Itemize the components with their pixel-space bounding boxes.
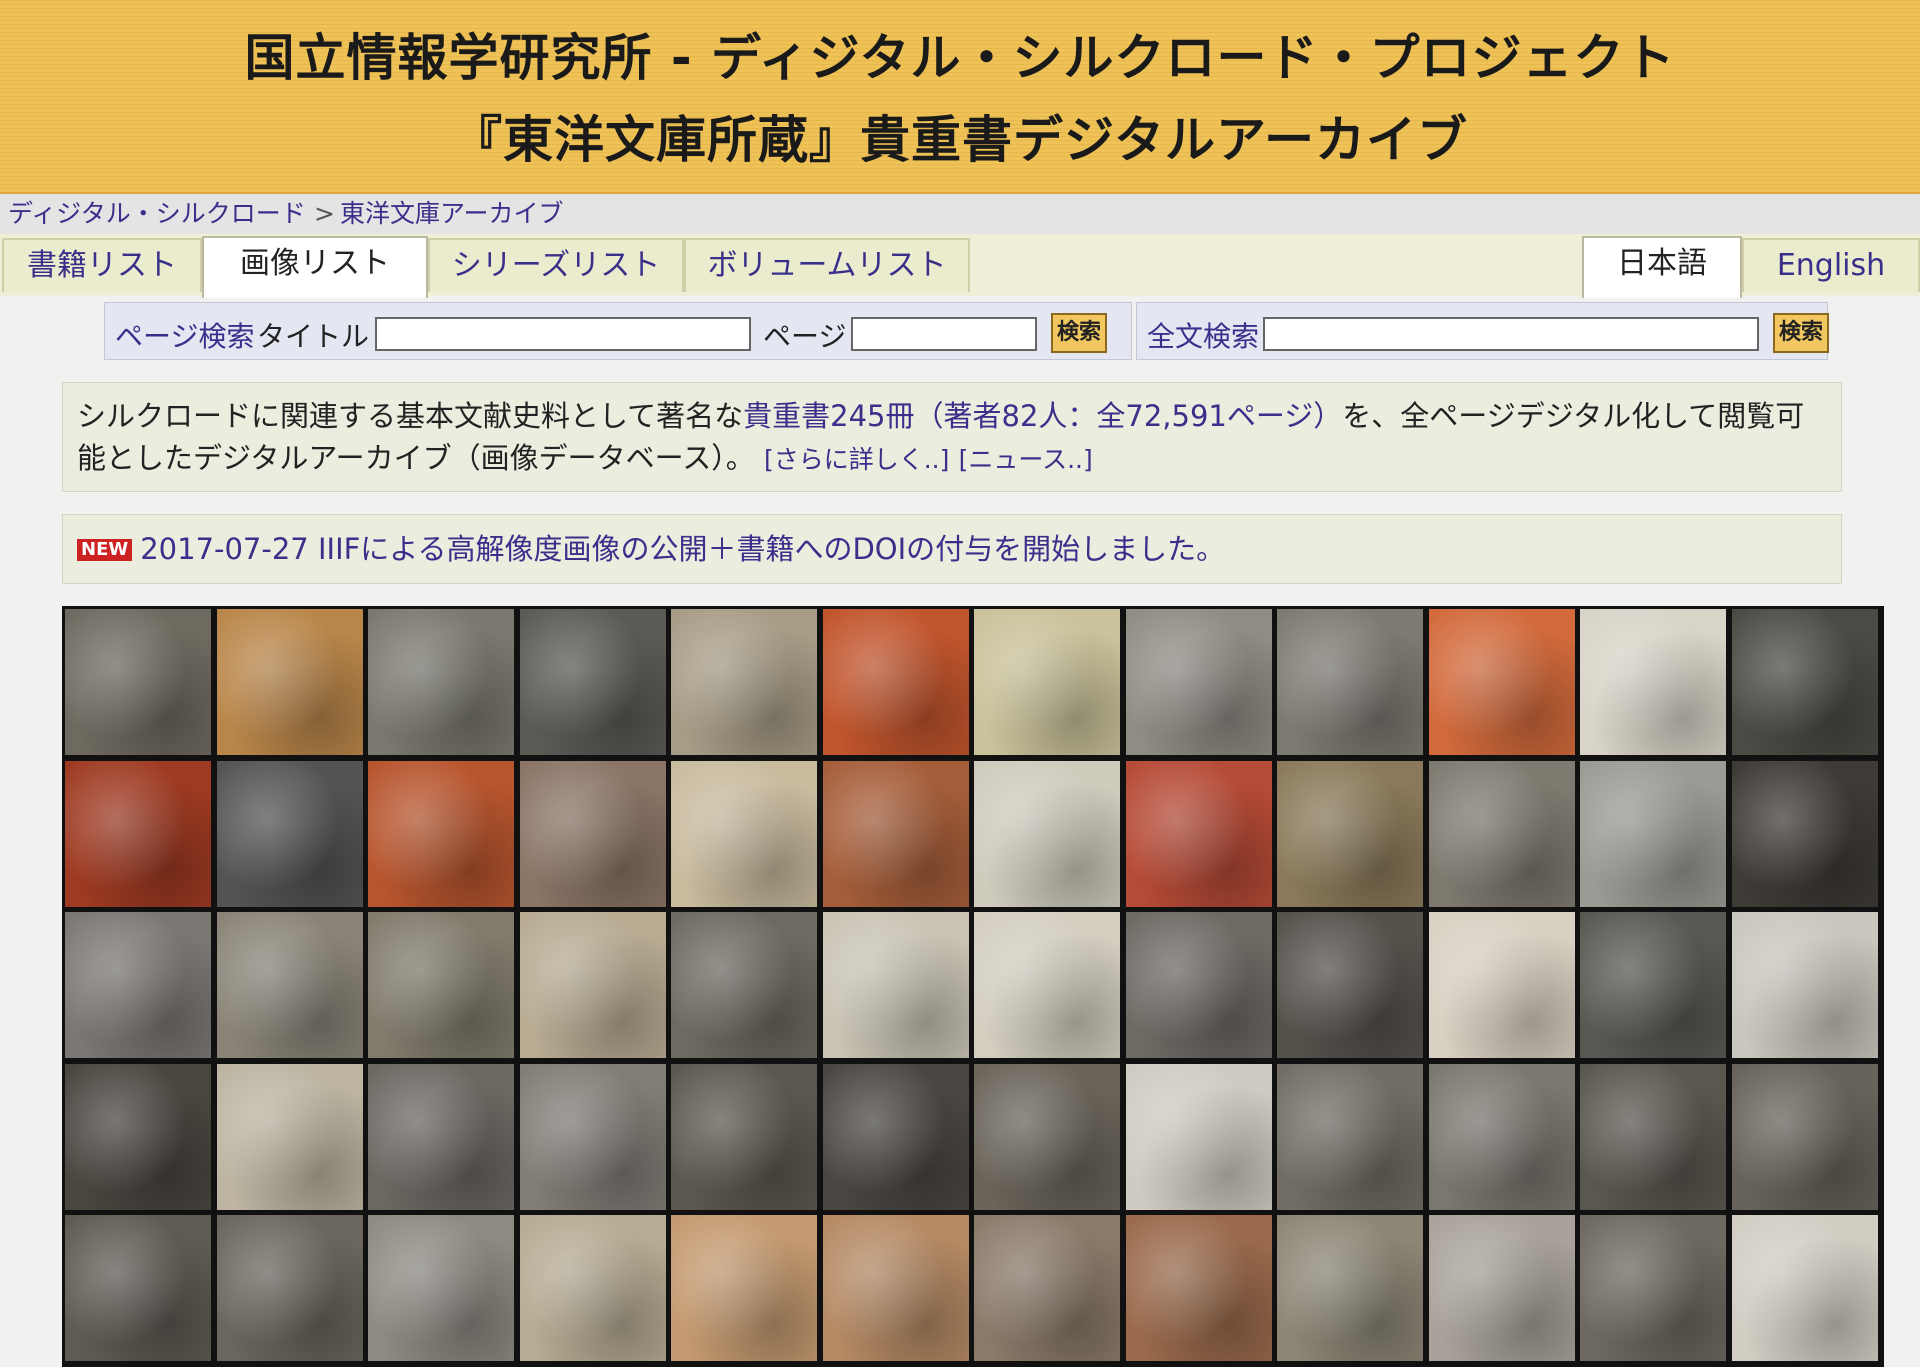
archive-description: シルクロードに関連する基本文献史料として著名な貴重書245冊（著者82人：全72… — [62, 382, 1842, 492]
thumbnail-painted-lady-red[interactable] — [1428, 609, 1575, 755]
thumbnail-site-plan[interactable] — [974, 760, 1120, 907]
thumbnail-standing-figure-doorway[interactable] — [519, 609, 666, 755]
thumbnail-corridor-ruins[interactable] — [216, 1215, 363, 1361]
thumbnail-courtyard-photo[interactable] — [368, 609, 514, 755]
thumbnail-ruined-tower[interactable] — [671, 609, 817, 755]
thumbnail-row-of-figures[interactable] — [1580, 1063, 1726, 1210]
thumbnail-carved-stone-rubbing[interactable] — [368, 1063, 514, 1210]
thumbnail-bodhisattva-statue[interactable] — [671, 1215, 817, 1361]
new-badge: NEW — [77, 539, 133, 561]
thumbnail-yurt-landscape[interactable] — [1428, 760, 1575, 907]
thumbnail-seated-buddha-sepia[interactable] — [1125, 1215, 1272, 1361]
thumbnail-potala-palace[interactable] — [216, 912, 363, 1058]
thumbnail-manuscript-fragment[interactable] — [519, 912, 666, 1058]
thumbnail-sand-dunes[interactable] — [1580, 760, 1726, 907]
thumbnail-expedition-group-photo[interactable] — [65, 609, 211, 755]
thumbnail-cave-interior[interactable] — [65, 1215, 211, 1361]
fulltext-search-button[interactable]: 検索 — [1773, 313, 1829, 353]
description-text-before: シルクロードに関連する基本文献史料として著名な — [77, 399, 744, 433]
tab-series-list[interactable]: シリーズリスト — [428, 238, 684, 292]
thumbnail-pottery-shards[interactable] — [671, 760, 817, 907]
thumbnail-market-street[interactable] — [671, 912, 817, 1058]
page-search-button[interactable]: 検索 — [1051, 313, 1107, 353]
thumbnail-painted-banners[interactable] — [822, 760, 969, 907]
thumbnail-faint-sketch-map[interactable] — [1428, 912, 1575, 1058]
thumbnail-large-buddha-niche[interactable] — [1580, 1215, 1726, 1361]
title-search-input[interactable] — [375, 317, 751, 351]
authors-link[interactable]: （著者82人：全72,591ページ） — [915, 399, 1343, 433]
tab-book-list[interactable]: 書籍リスト — [2, 238, 202, 292]
page-number-input[interactable] — [851, 317, 1037, 351]
thumbnail-buddha-head-carving[interactable] — [671, 1063, 817, 1210]
language-japanese[interactable]: 日本語 — [1582, 236, 1742, 298]
thumbnail-hill-fortress[interactable] — [368, 912, 514, 1058]
page-search-panel: ページ検索 タイトル ページ 検索 — [104, 302, 1132, 360]
tab-bar: 書籍リスト 画像リスト シリーズリスト ボリュームリスト 日本語 English — [0, 234, 1920, 298]
site-title: 国立情報学研究所 - ディジタル・シルクロード・プロジェクト — [244, 29, 1676, 87]
thumbnail-striped-scroll[interactable] — [216, 1063, 363, 1210]
fulltext-search-input[interactable] — [1263, 317, 1759, 351]
thumbnail-red-textile[interactable] — [65, 760, 211, 907]
breadcrumb-separator: > — [314, 199, 335, 228]
thumbnail-tang-figurine-horse[interactable] — [368, 760, 514, 907]
thumbnail-seated-buddha-relief[interactable] — [1731, 609, 1878, 755]
thumbnail-mural-deities-red[interactable] — [1125, 760, 1272, 907]
thumbnail-cave-cliff-facade[interactable] — [1277, 609, 1423, 755]
thumbnail-calligraphy-scroll[interactable] — [519, 1215, 666, 1361]
thumbnail-buddha-statue-cave[interactable] — [65, 1063, 211, 1210]
thumbnail-mural-portrait-red[interactable] — [822, 609, 969, 755]
thumbnail-buddha-head-stone[interactable] — [1428, 1215, 1575, 1361]
thumbnail-buddha-niche[interactable] — [1731, 1063, 1878, 1210]
thumbnail-inscribed-tablet[interactable] — [1125, 912, 1272, 1058]
thumbnail-gandhara-buddha[interactable] — [822, 1215, 969, 1361]
site-subtitle: 『東洋文庫所蔵』貴重書デジタルアーカイブ — [452, 111, 1468, 169]
thumbnail-temple-elevation-drawing[interactable] — [1731, 1215, 1878, 1361]
fulltext-search-label: 全文検索 — [1147, 320, 1260, 353]
page-search-label: ページ検索 — [115, 320, 255, 353]
site-header: 国立情報学研究所 - ディジタル・シルクロード・プロジェクト 『東洋文庫所蔵』貴… — [0, 0, 1920, 194]
thumbnail-framed-panel[interactable] — [822, 1063, 969, 1210]
tab-image-list[interactable]: 画像リスト — [202, 236, 428, 298]
image-thumbnail-grid — [62, 606, 1884, 1367]
thumbnail-metal-ewers[interactable] — [822, 912, 969, 1058]
news-list-link[interactable]: [ニュース..] — [959, 445, 1093, 474]
thumbnail-seated-lama[interactable] — [1731, 760, 1878, 907]
thumbnail-route-map[interactable] — [1580, 609, 1726, 755]
rare-books-link[interactable]: 貴重書245冊 — [743, 399, 914, 433]
thumbnail-old-map-coloured[interactable] — [974, 609, 1120, 755]
thumbnail-botanical-drawing[interactable] — [974, 912, 1120, 1058]
thumbnail-valley-ruins[interactable] — [368, 1215, 514, 1361]
thumbnail-official-portrait[interactable] — [974, 1063, 1120, 1210]
breadcrumb-current-link[interactable]: 東洋文庫アーカイブ — [340, 194, 564, 234]
news-item-link[interactable]: 2017-07-27 IIIFによる高解像度画像の公開＋書籍へのDOIの付与を開… — [140, 532, 1225, 566]
thumbnail-dense-script-page[interactable] — [1580, 912, 1726, 1058]
thumbnail-cave-mural-sketch[interactable] — [1428, 1063, 1575, 1210]
thumbnail-handwritten-letter[interactable] — [1125, 1063, 1272, 1210]
thumbnail-stone-rubbing[interactable] — [1277, 912, 1423, 1058]
thumbnail-stupa-desert[interactable] — [1125, 609, 1272, 755]
thumbnail-relief-pattern[interactable] — [519, 1063, 666, 1210]
thumbnail-seated-men-photo[interactable] — [1277, 760, 1423, 907]
thumbnail-carved-frieze[interactable] — [974, 1215, 1120, 1361]
thumbnail-portrait-gentleman[interactable] — [216, 760, 363, 907]
tab-volume-list[interactable]: ボリュームリスト — [684, 238, 970, 292]
language-english[interactable]: English — [1742, 238, 1920, 292]
thumbnail-painted-deity-on-horse[interactable] — [216, 609, 363, 755]
more-details-link[interactable]: [さらに詳しく..] — [764, 445, 949, 474]
title-label: タイトル — [257, 320, 370, 353]
fulltext-search-panel: 全文検索 検索 — [1136, 302, 1829, 360]
thumbnail-printed-text-page[interactable] — [1731, 912, 1878, 1058]
breadcrumb: ディジタル・シルクロード > 東洋文庫アーカイブ — [0, 194, 1920, 234]
thumbnail-cliff-dwellings[interactable] — [1277, 1063, 1423, 1210]
thumbnail-mountain-range[interactable] — [519, 760, 666, 907]
thumbnail-snow-peaks[interactable] — [65, 912, 211, 1058]
thumbnail-stupa-mound[interactable] — [1277, 1215, 1423, 1361]
page-label: ページ — [763, 320, 847, 353]
breadcrumb-home-link[interactable]: ディジタル・シルクロード — [8, 194, 306, 234]
news-banner: NEW 2017-07-27 IIIFによる高解像度画像の公開＋書籍へのDOIの付… — [62, 514, 1842, 584]
